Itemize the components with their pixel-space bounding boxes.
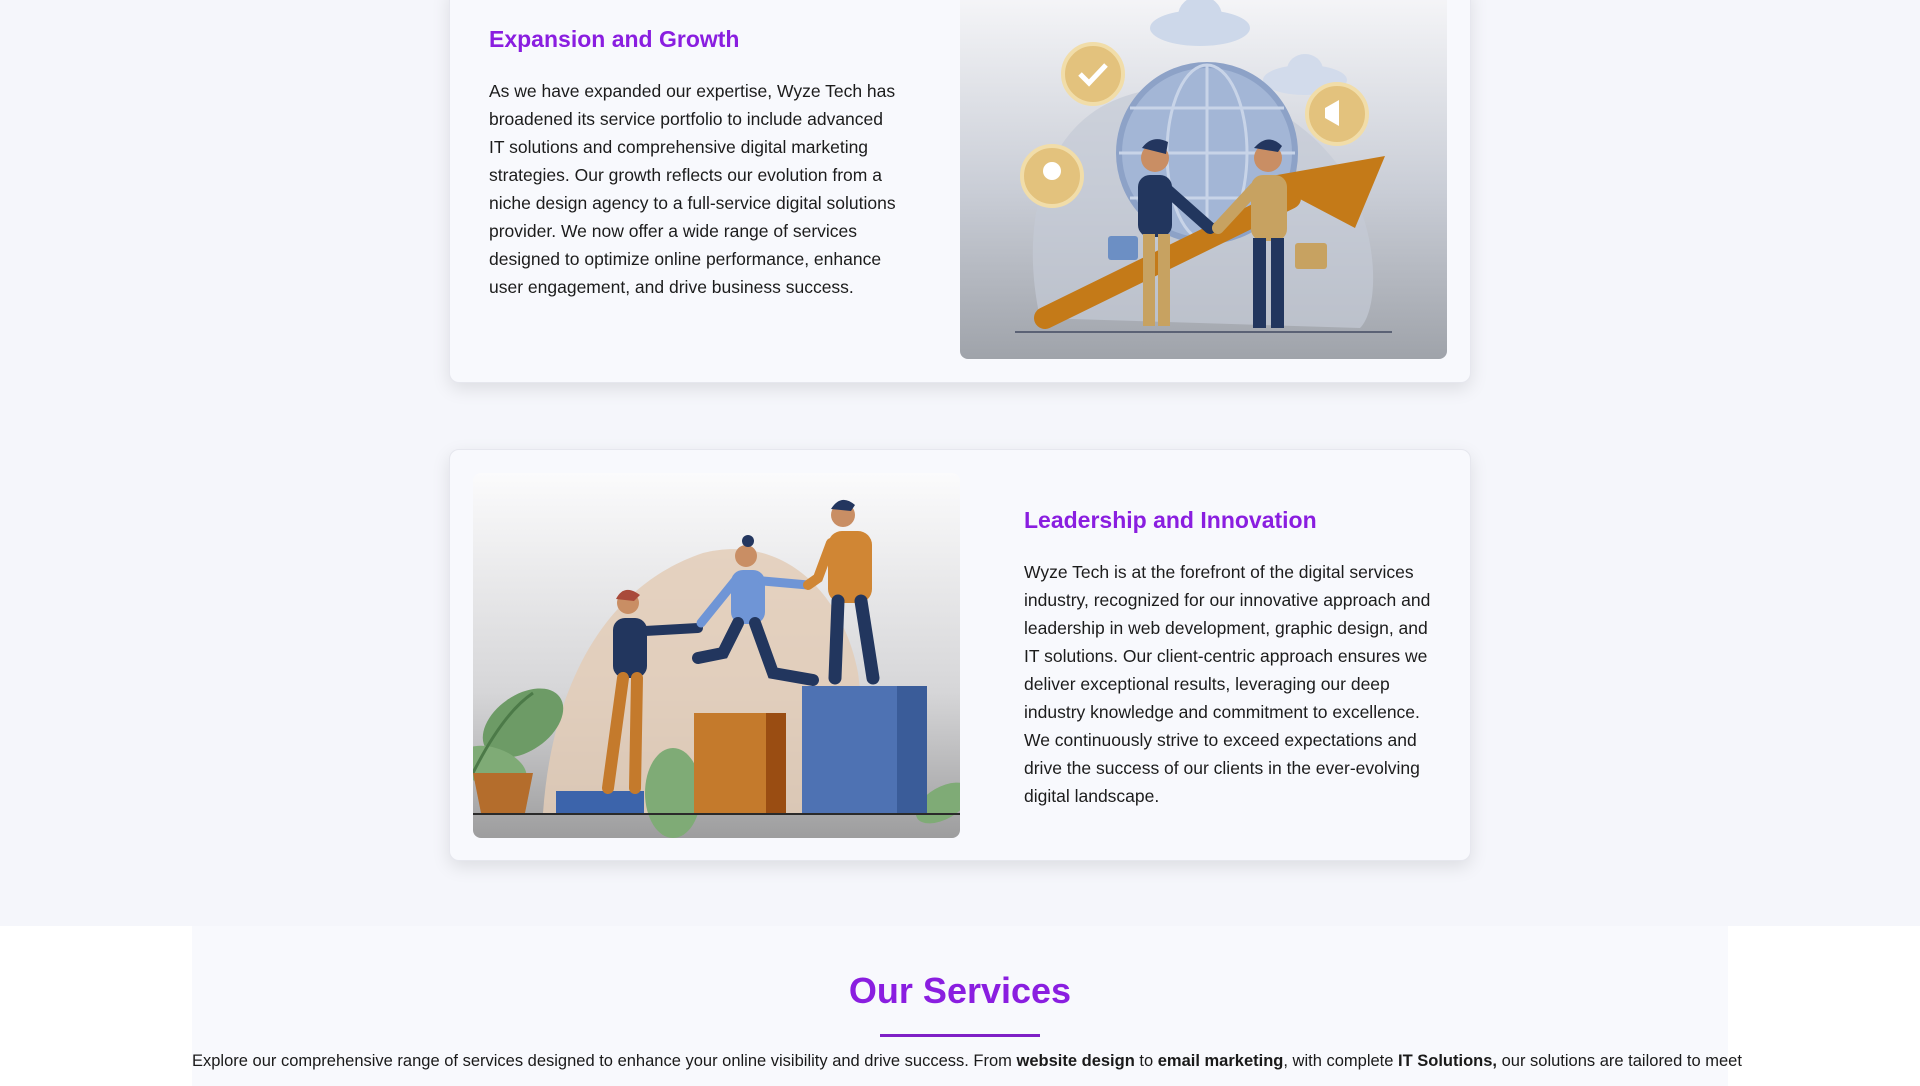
section-card-leadership: Leadership and Innovation Wyze Tech is a… <box>449 449 1471 861</box>
section-card-expansion: Expansion and Growth As we have expanded… <box>449 0 1471 383</box>
intro-bold-it-solutions: IT Solutions, <box>1398 1052 1498 1070</box>
services-intro: Explore our comprehensive range of servi… <box>192 1052 1742 1071</box>
services-section: Our Services Explore our comprehensive r… <box>192 926 1742 1086</box>
intro-text: , with complete <box>1283 1052 1399 1070</box>
section-title: Leadership and Innovation <box>1024 507 1317 533</box>
teamwork-illustration <box>473 473 960 838</box>
section-text: Leadership and Innovation Wyze Tech is a… <box>1024 507 1439 810</box>
growth-illustration <box>960 0 1447 359</box>
intro-bold-email-marketing: email marketing <box>1157 1052 1284 1070</box>
section-text: Expansion and Growth As we have expanded… <box>489 26 899 301</box>
intro-text: our solutions are tailored to meet <box>1497 1052 1742 1070</box>
title-underline <box>880 1034 1040 1037</box>
section-body: As we have expanded our expertise, Wyze … <box>489 81 896 297</box>
services-title: Our Services <box>848 970 1072 1011</box>
intro-text: Explore our comprehensive range of servi… <box>192 1052 1017 1070</box>
intro-bold-website-design: website design <box>1016 1052 1135 1070</box>
section-title: Expansion and Growth <box>489 26 740 52</box>
intro-text: to <box>1134 1052 1158 1070</box>
section-body: Wyze Tech is at the forefront of the dig… <box>1024 562 1431 806</box>
